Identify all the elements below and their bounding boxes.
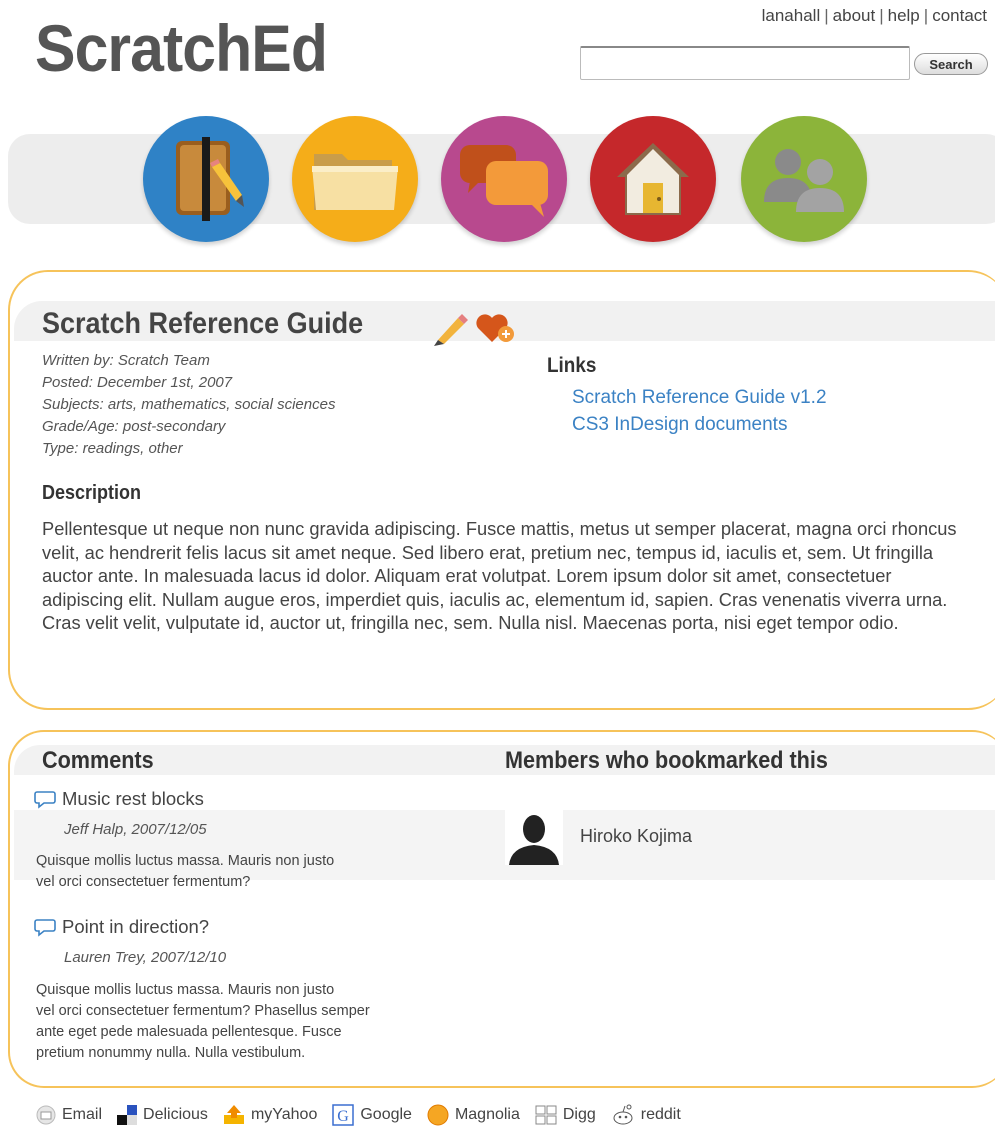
top-links: lanahall | about | help | contact	[761, 6, 987, 25]
share-email[interactable]: Email	[36, 1105, 102, 1125]
share-delicious[interactable]: Delicious	[117, 1105, 208, 1125]
nav-community-button[interactable]	[741, 116, 867, 242]
share-myyahoo[interactable]: myYahoo	[223, 1105, 317, 1125]
subjects-line: Subjects: arts, mathematics, social scie…	[42, 396, 336, 413]
reddit-icon	[613, 1104, 633, 1125]
share-digg[interactable]: Digg	[535, 1105, 596, 1125]
grade-line: Grade/Age: post-secondary	[42, 418, 226, 435]
search-button[interactable]: Search	[914, 53, 988, 75]
user-silhouette-icon	[509, 815, 559, 865]
email-icon	[36, 1105, 56, 1125]
about-link[interactable]: about	[833, 6, 876, 25]
home-icon	[617, 143, 689, 215]
resource-meta: Written by: Scratch Team Posted: Decembe…	[42, 350, 335, 460]
folder-icon	[312, 154, 398, 210]
description-text: Pellentesque ut neque non nunc gravida a…	[42, 518, 957, 633]
user-link[interactable]: lanahall	[762, 6, 821, 25]
magnolia-icon	[427, 1104, 449, 1126]
comment-item[interactable]: Point in direction?	[34, 916, 209, 938]
members-heading: Members who bookmarked this	[505, 747, 828, 774]
links-heading: Links	[547, 354, 597, 377]
comment-bubble-icon	[34, 919, 56, 937]
comment-title[interactable]: Point in direction?	[62, 916, 209, 938]
notebook-pencil-icon	[176, 137, 244, 221]
posted-line: Posted: December 1st, 2007	[42, 374, 233, 391]
contact-link[interactable]: contact	[932, 6, 987, 25]
site-logo[interactable]: ScratchEd	[35, 10, 328, 86]
digg-icon	[535, 1105, 557, 1125]
resource-link-1[interactable]: Scratch Reference Guide v1.2	[572, 387, 827, 409]
share-google[interactable]: G Google	[332, 1104, 412, 1126]
description-heading: Description	[42, 482, 142, 504]
google-icon: G	[332, 1104, 355, 1126]
chat-bubbles-icon	[460, 145, 548, 217]
page-title: Scratch Reference Guide	[42, 307, 364, 340]
delicious-icon	[117, 1105, 138, 1125]
nav-notebook-button[interactable]	[143, 116, 269, 242]
nav-home-button[interactable]	[590, 116, 716, 242]
edit-pencil-icon[interactable]	[432, 312, 468, 346]
comment-item[interactable]: Music rest blocks	[34, 788, 204, 810]
comments-heading: Comments	[42, 747, 154, 774]
help-link[interactable]: help	[888, 6, 920, 25]
share-reddit[interactable]: reddit	[611, 1104, 681, 1126]
bookmark-heart-icon[interactable]	[474, 312, 518, 344]
resource-link-2[interactable]: CS3 InDesign documents	[572, 414, 787, 436]
comment-body: Quisque mollis luctus massa. Mauris non …	[36, 853, 335, 890]
type-line: Type: readings, other	[42, 440, 183, 457]
member-name[interactable]: Hiroko Kojima	[580, 826, 692, 847]
people-icon	[764, 149, 844, 212]
nav-discussions-button[interactable]	[441, 116, 567, 242]
share-bar: Email Delicious myYahoo G Google Magnoli…	[36, 1104, 696, 1126]
comment-byline: Jeff Halp, 2007/12/05	[64, 821, 207, 838]
avatar[interactable]	[505, 807, 563, 865]
nav-folder-button[interactable]	[292, 116, 418, 242]
comment-title[interactable]: Music rest blocks	[62, 788, 204, 810]
author-line: Written by: Scratch Team	[42, 352, 210, 369]
comment-body: Quisque mollis luctus massa. Mauris non …	[36, 982, 370, 1061]
share-magnolia[interactable]: Magnolia	[427, 1104, 520, 1126]
comment-byline: Lauren Trey, 2007/12/10	[64, 949, 227, 966]
myyahoo-icon	[223, 1105, 244, 1124]
search-input[interactable]	[580, 46, 910, 80]
comment-bubble-icon	[34, 791, 56, 809]
svg-text:G: G	[338, 1108, 350, 1125]
